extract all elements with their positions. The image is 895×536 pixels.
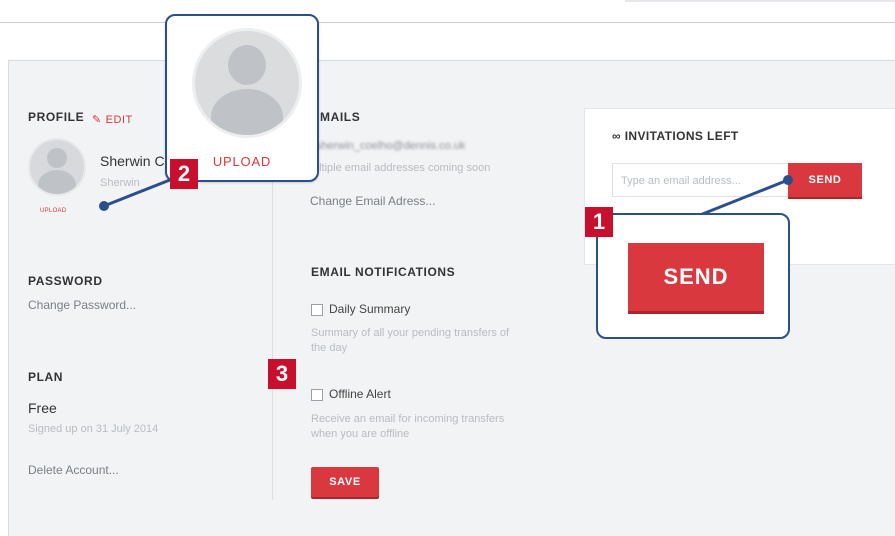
callout-avatar[interactable] — [192, 28, 302, 138]
callout-send-button[interactable]: SEND — [628, 243, 764, 311]
callout-avatar-head — [228, 45, 266, 85]
badge-1: 1 — [585, 207, 613, 237]
callout-avatar-body — [211, 89, 283, 135]
upload-callout: UPLOAD — [165, 14, 319, 182]
connector-send-line — [699, 178, 789, 217]
connector-send-dot — [783, 175, 793, 185]
send-callout: SEND — [596, 213, 790, 339]
badge-3: 3 — [268, 359, 296, 389]
connector-upload-dot — [99, 201, 109, 211]
badge-2: 2 — [170, 159, 198, 189]
